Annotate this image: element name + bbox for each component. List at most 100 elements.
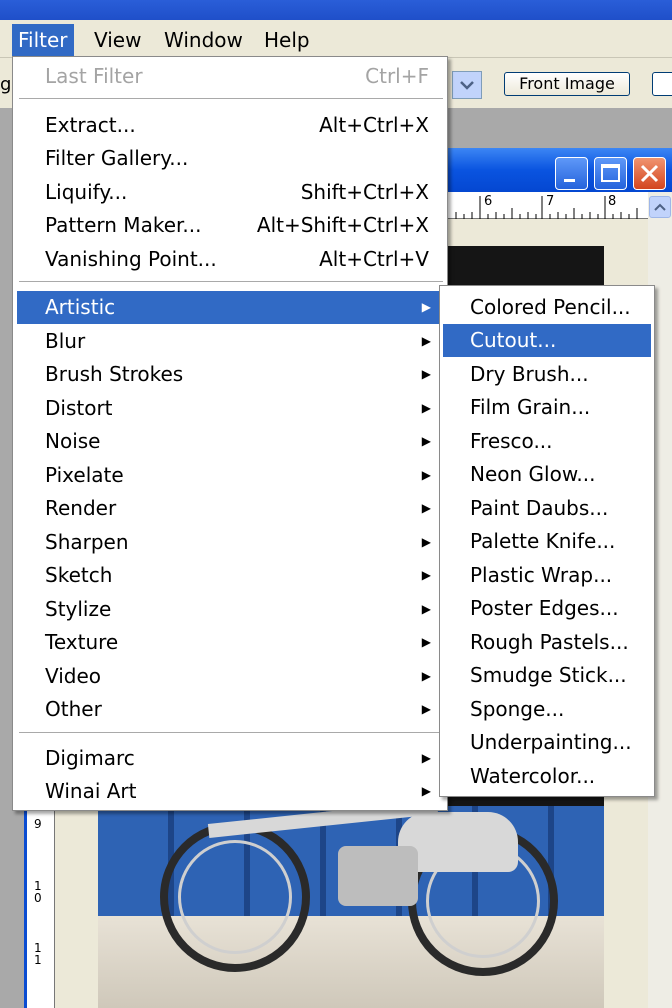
menu-item-label: Texture <box>45 630 119 654</box>
menu-item-label: Vanishing Point... <box>45 247 217 271</box>
chevron-up-icon <box>654 203 666 211</box>
close-button[interactable] <box>633 157 666 190</box>
ruler-number: 8 <box>608 194 617 209</box>
menu-separator <box>19 98 443 100</box>
menu-separator <box>19 732 443 734</box>
menu-item-pixelate[interactable]: Pixelate ▶ <box>17 459 445 492</box>
scroll-up-button[interactable] <box>649 196 671 218</box>
menu-help[interactable]: Help <box>258 24 316 56</box>
submenu-item-poster-edges[interactable]: Poster Edges... <box>443 592 651 625</box>
submenu-item-fresco[interactable]: Fresco... <box>443 425 651 458</box>
submenu-item-sponge[interactable]: Sponge... <box>443 693 651 726</box>
submenu-item-colored-pencil[interactable]: Colored Pencil... <box>443 291 651 324</box>
submenu-arrow-icon: ▶ <box>421 669 431 683</box>
submenu-item-plastic-wrap[interactable]: Plastic Wrap... <box>443 559 651 592</box>
submenu-item-film-grain[interactable]: Film Grain... <box>443 391 651 424</box>
submenu-item-palette-knife[interactable]: Palette Knife... <box>443 525 651 558</box>
image-engine <box>338 846 418 906</box>
submenu-item-underpainting[interactable]: Underpainting... <box>443 726 651 759</box>
menu-item-other[interactable]: Other ▶ <box>17 693 445 726</box>
menu-item-vanishing-point[interactable]: Vanishing Point... Alt+Ctrl+V <box>17 243 445 276</box>
menu-item-label: Stylize <box>45 597 112 621</box>
menu-item-artistic[interactable]: Artistic ▶ <box>17 291 445 324</box>
menu-item-label: Blur <box>45 329 86 353</box>
menu-item-noise[interactable]: Noise ▶ <box>17 425 445 458</box>
menu-item-label: Last Filter <box>45 64 143 88</box>
menu-item-label: Extract... <box>45 113 136 137</box>
minimize-icon <box>564 179 575 182</box>
submenu-item-label: Sponge... <box>470 697 565 721</box>
menu-item-winai-art[interactable]: Winai Art ▶ <box>17 775 445 808</box>
menu-item-texture[interactable]: Texture ▶ <box>17 626 445 659</box>
menu-item-label: Video <box>45 664 102 688</box>
menu-item-video[interactable]: Video ▶ <box>17 660 445 693</box>
submenu-arrow-icon: ▶ <box>421 468 431 482</box>
submenu-arrow-icon: ▶ <box>421 568 431 582</box>
submenu-item-label: Fresco... <box>470 429 553 453</box>
menu-item-label: Render <box>45 496 117 520</box>
menu-item-last-filter: Last Filter Ctrl+F <box>17 60 445 93</box>
menu-item-brush-strokes[interactable]: Brush Strokes ▶ <box>17 358 445 391</box>
submenu-item-rough-pastels[interactable]: Rough Pastels... <box>443 626 651 659</box>
options-dropdown[interactable] <box>452 71 482 99</box>
submenu-item-watercolor[interactable]: Watercolor... <box>443 760 651 793</box>
menu-bar: Filter View Window Help <box>0 20 672 58</box>
submenu-arrow-icon: ▶ <box>421 535 431 549</box>
submenu-item-label: Poster Edges... <box>470 596 619 620</box>
submenu-item-dry-brush[interactable]: Dry Brush... <box>443 358 651 391</box>
menu-filter[interactable]: Filter <box>12 24 74 56</box>
front-image-button[interactable]: Front Image <box>504 72 630 96</box>
artistic-submenu: Colored Pencil... Cutout... Dry Brush...… <box>439 285 655 797</box>
menu-item-label: Brush Strokes <box>45 362 184 386</box>
submenu-item-label: Paint Daubs... <box>470 496 609 520</box>
close-icon <box>640 164 659 183</box>
submenu-item-cutout[interactable]: Cutout... <box>443 324 651 357</box>
menu-item-label: Other <box>45 697 102 721</box>
menu-item-label: Digimarc <box>45 746 135 770</box>
submenu-item-label: Rough Pastels... <box>470 630 629 654</box>
menu-window[interactable]: Window <box>158 24 249 56</box>
submenu-item-label: Underpainting... <box>470 730 632 754</box>
submenu-item-label: Colored Pencil... <box>470 295 631 319</box>
submenu-item-neon-glow[interactable]: Neon Glow... <box>443 458 651 491</box>
menu-view[interactable]: View <box>88 24 147 56</box>
menu-item-label: Distort <box>45 396 113 420</box>
submenu-arrow-icon: ▶ <box>421 300 431 314</box>
menu-item-label: Artistic <box>45 295 116 319</box>
app-title-bar <box>0 0 672 20</box>
menu-item-distort[interactable]: Distort ▶ <box>17 392 445 425</box>
submenu-arrow-icon: ▶ <box>421 434 431 448</box>
submenu-arrow-icon: ▶ <box>421 367 431 381</box>
menu-item-label: Pixelate <box>45 463 124 487</box>
menu-item-label: Pattern Maker... <box>45 213 202 237</box>
menu-item-label: Noise <box>45 429 101 453</box>
menu-item-liquify[interactable]: Liquify... Shift+Ctrl+X <box>17 176 445 209</box>
menu-item-sharpen[interactable]: Sharpen ▶ <box>17 526 445 559</box>
menu-item-blur[interactable]: Blur ▶ <box>17 325 445 358</box>
submenu-item-smudge-stick[interactable]: Smudge Stick... <box>443 659 651 692</box>
image-front-rim <box>178 840 292 954</box>
submenu-item-paint-daubs[interactable]: Paint Daubs... <box>443 492 651 525</box>
menu-item-pattern-maker[interactable]: Pattern Maker... Alt+Shift+Ctrl+X <box>17 209 445 242</box>
menu-item-label: Sharpen <box>45 530 129 554</box>
options-field[interactable] <box>652 72 672 96</box>
submenu-item-label: Plastic Wrap... <box>470 563 613 587</box>
submenu-item-label: Cutout... <box>470 328 557 352</box>
submenu-arrow-icon: ▶ <box>421 334 431 348</box>
menu-item-label: Liquify... <box>45 180 128 204</box>
menu-item-extract[interactable]: Extract... Alt+Ctrl+X <box>17 109 445 142</box>
submenu-arrow-icon: ▶ <box>421 602 431 616</box>
submenu-item-label: Neon Glow... <box>470 462 596 486</box>
submenu-arrow-icon: ▶ <box>421 501 431 515</box>
maximize-button[interactable] <box>594 157 627 190</box>
chevron-down-icon <box>460 81 474 90</box>
menu-item-filter-gallery[interactable]: Filter Gallery... <box>17 142 445 175</box>
menu-item-digimarc[interactable]: Digimarc ▶ <box>17 742 445 775</box>
menu-separator <box>19 281 443 283</box>
menu-item-stylize[interactable]: Stylize ▶ <box>17 593 445 626</box>
minimize-button[interactable] <box>555 157 588 190</box>
submenu-item-label: Film Grain... <box>470 395 591 419</box>
menu-item-sketch[interactable]: Sketch ▶ <box>17 559 445 592</box>
menu-item-render[interactable]: Render ▶ <box>17 492 445 525</box>
menu-item-shortcut: Alt+Shift+Ctrl+X <box>256 213 429 237</box>
